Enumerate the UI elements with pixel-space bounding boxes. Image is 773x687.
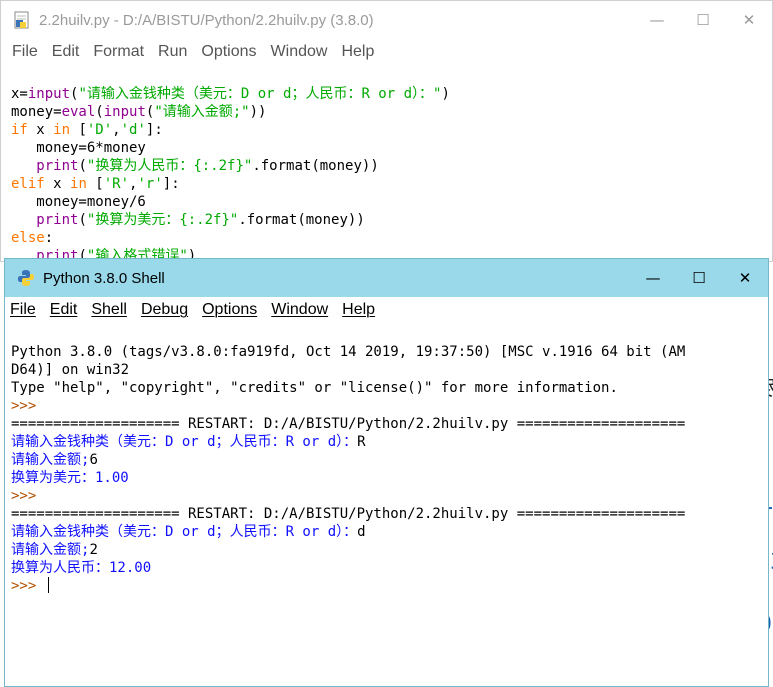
shell-window: Python 3.8.0 Shell — ☐ ✕ File Edit Shell… (4, 258, 769, 687)
editor-menu-file[interactable]: File (1, 43, 45, 61)
shell-minimize-button[interactable]: — (630, 259, 676, 297)
python-logo-icon (17, 269, 35, 287)
shell-prompt: >>> (11, 488, 45, 504)
idle-file-icon (13, 11, 31, 29)
shell-menu-debug[interactable]: Debug (134, 301, 195, 319)
shell-maximize-button[interactable]: ☐ (676, 259, 722, 297)
editor-title: 2.2huilv.py - D:/A/BISTU/Python/2.2huilv… (39, 11, 374, 29)
shell-output-line: 换算为人民币：12.00 (11, 560, 152, 576)
editor-menu-options[interactable]: Options (194, 43, 263, 61)
shell-titlebar[interactable]: Python 3.8.0 Shell — ☐ ✕ (5, 259, 768, 297)
editor-menu-edit[interactable]: Edit (45, 43, 87, 61)
editor-titlebar[interactable]: 2.2huilv.py - D:/A/BISTU/Python/2.2huilv… (1, 1, 772, 39)
code-line: elif x in ['R','r']: (11, 176, 180, 192)
editor-menu-help[interactable]: Help (334, 43, 381, 61)
code-line: if x in ['D','d']: (11, 122, 163, 138)
code-line: x=input("请输入金钱种类（美元：D or d；人民币：R or d）："… (11, 86, 450, 102)
editor-menu-run[interactable]: Run (151, 43, 194, 61)
shell-close-button[interactable]: ✕ (722, 259, 768, 297)
shell-menu-help[interactable]: Help (335, 301, 382, 319)
shell-input-line: 请输入金钱种类（美元：D or d；人民币：R or d）：d (11, 524, 366, 540)
shell-restart-line: ==================== RESTART: D:/A/BISTU… (11, 416, 686, 432)
shell-menu-file[interactable]: File (5, 301, 43, 319)
code-line: print("换算为美元：{:.2f}".format(money)) (36, 212, 365, 228)
shell-output-area[interactable]: Python 3.8.0 (tags/v3.8.0:fa919fd, Oct 1… (5, 325, 768, 686)
shell-menu-shell[interactable]: Shell (84, 301, 134, 319)
shell-active-prompt[interactable]: >>> (11, 577, 768, 595)
shell-prompt: >>> (11, 398, 45, 414)
shell-banner-line: D64)] on win32 (11, 362, 130, 378)
shell-output-line: 换算为美元：1.00 (11, 470, 129, 486)
editor-maximize-button[interactable]: ☐ (680, 1, 726, 39)
shell-banner-line: Python 3.8.0 (tags/v3.8.0:fa919fd, Oct 1… (11, 344, 686, 360)
shell-menu-window[interactable]: Window (264, 301, 335, 319)
shell-menubar: File Edit Shell Debug Options Window Hel… (5, 297, 768, 323)
editor-menu-window[interactable]: Window (264, 43, 335, 61)
editor-minimize-button[interactable]: — (634, 1, 680, 39)
shell-input-line: 请输入金额;2 (11, 542, 98, 558)
editor-close-button[interactable]: ✕ (726, 1, 772, 39)
shell-restart-line: ==================== RESTART: D:/A/BISTU… (11, 506, 686, 522)
code-line: else: (11, 230, 54, 246)
shell-menu-edit[interactable]: Edit (43, 301, 85, 319)
editor-code-area[interactable]: x=input("请输入金钱种类（美元：D or d；人民币：R or d）："… (1, 67, 772, 261)
editor-menubar: File Edit Format Run Options Window Help (1, 39, 772, 65)
code-line: money=eval(input("请输入金额;")) (11, 104, 267, 120)
shell-input-line: 请输入金钱种类（美元：D or d；人民币：R or d）：R (11, 434, 366, 450)
code-line: money=money/6 (11, 194, 146, 210)
editor-window: 2.2huilv.py - D:/A/BISTU/Python/2.2huilv… (0, 0, 773, 262)
shell-banner-line: Type "help", "copyright", "credits" or "… (11, 380, 618, 396)
editor-menu-format[interactable]: Format (86, 43, 151, 61)
shell-input-line: 请输入金额;6 (11, 452, 98, 468)
shell-title: Python 3.8.0 Shell (43, 269, 165, 287)
code-line: money=6*money (11, 140, 146, 156)
text-cursor (47, 577, 50, 593)
code-line: print("换算为人民币：{:.2f}".format(money)) (36, 158, 379, 174)
shell-menu-options[interactable]: Options (195, 301, 264, 319)
